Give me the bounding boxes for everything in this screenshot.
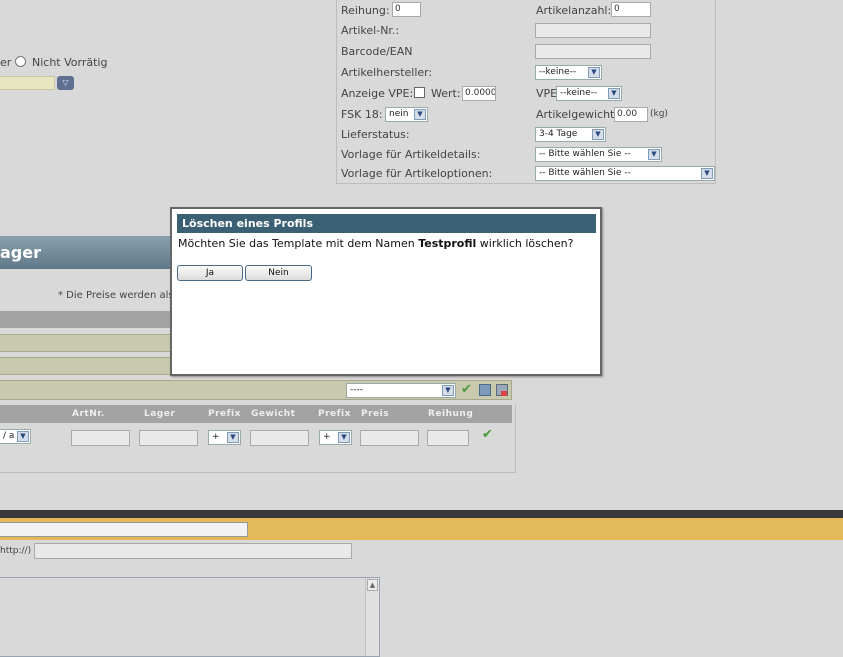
col-lager: Lager bbox=[144, 409, 176, 419]
price-note: * Die Preise werden als bbox=[58, 290, 174, 301]
barcode-input[interactable] bbox=[535, 44, 651, 59]
dialog-message-before: Möchten Sie das Template mit dem Namen bbox=[178, 237, 419, 250]
col-reihung: Reihung bbox=[428, 409, 474, 419]
reihung-row-input[interactable] bbox=[427, 430, 469, 446]
col-preis: Preis bbox=[361, 409, 390, 419]
delete-profile-dialog: Löschen eines Profils Möchten Sie das Te… bbox=[170, 207, 602, 376]
preis-input[interactable] bbox=[360, 430, 419, 446]
vpe-label: VPE bbox=[536, 87, 558, 100]
hersteller-select-value: --keine-- bbox=[539, 67, 577, 77]
reihung-input[interactable]: 0 bbox=[392, 2, 421, 17]
lieferstatus-select-value: 3-4 Tage bbox=[539, 129, 578, 139]
vorlage-optionen-select[interactable]: -- Bitte wählen Sie -- ▼ bbox=[535, 166, 715, 181]
col-prefix-2: Prefix bbox=[318, 409, 351, 419]
apply-check-icon[interactable]: ✔ bbox=[461, 382, 472, 397]
prefix-select-2-value: + bbox=[323, 432, 331, 442]
barcode-label: Barcode/EAN bbox=[341, 45, 413, 58]
divider bbox=[0, 472, 516, 473]
gewicht-label: Artikelgewicht: bbox=[536, 108, 619, 121]
chevron-down-icon: ▼ bbox=[338, 432, 350, 443]
option-bar-2 bbox=[0, 357, 172, 375]
reihung-label: Reihung: bbox=[341, 4, 390, 17]
dialog-message: Möchten Sie das Template mit dem Namen T… bbox=[178, 237, 573, 250]
url-input[interactable] bbox=[34, 543, 352, 559]
yes-button[interactable]: Ja bbox=[177, 265, 243, 281]
wert-label: Wert: bbox=[431, 87, 461, 100]
vpe-select[interactable]: --keine-- ▼ bbox=[556, 86, 622, 101]
delete-icon[interactable] bbox=[496, 384, 508, 396]
chevron-down-icon: ▼ bbox=[227, 432, 239, 443]
chevron-down-icon: ▼ bbox=[588, 67, 600, 78]
prefix-select-2[interactable]: + ▼ bbox=[319, 430, 352, 445]
chevron-down-icon: ▼ bbox=[414, 109, 426, 120]
col-artnr: ArtNr. bbox=[72, 409, 105, 419]
lieferstatus-select[interactable]: 3-4 Tage ▼ bbox=[535, 127, 606, 142]
artnr-input[interactable] bbox=[71, 430, 130, 446]
dark-separator bbox=[0, 510, 843, 518]
gewicht-input[interactable]: 0.00 bbox=[614, 107, 648, 122]
lager-input[interactable] bbox=[139, 430, 198, 446]
hersteller-label: Artikelhersteller: bbox=[341, 66, 433, 79]
textarea[interactable] bbox=[0, 577, 380, 657]
row-option-select-value: / a bbox=[3, 431, 15, 441]
chevron-down-icon: ▼ bbox=[442, 385, 454, 396]
save-icon[interactable] bbox=[479, 384, 491, 396]
radio-prefix-text: er bbox=[0, 56, 12, 69]
anzeige-vpe-label: Anzeige VPE: bbox=[341, 87, 414, 100]
gewicht-row-input[interactable] bbox=[250, 430, 309, 446]
artikelanzahl-input[interactable]: 0 bbox=[611, 2, 651, 17]
chevron-down-icon: ▼ bbox=[17, 431, 29, 442]
fsk-select[interactable]: nein ▼ bbox=[385, 107, 428, 122]
prefix-select-1[interactable]: + ▼ bbox=[208, 430, 241, 445]
vorlage-details-select-value: -- Bitte wählen Sie -- bbox=[539, 149, 631, 159]
row-option-select[interactable]: / a ▼ bbox=[0, 429, 31, 444]
wert-input[interactable]: 0.0000 bbox=[462, 86, 496, 101]
nicht-vorraetig-radio[interactable] bbox=[15, 56, 26, 67]
anzeige-vpe-checkbox[interactable] bbox=[414, 87, 425, 98]
no-button[interactable]: Nein bbox=[245, 265, 312, 281]
scrollbar[interactable]: ▲ bbox=[365, 578, 379, 656]
gray-bar bbox=[0, 311, 172, 328]
nicht-vorraetig-label: Nicht Vorrätig bbox=[32, 56, 108, 69]
vpe-select-value: --keine-- bbox=[560, 88, 598, 98]
chevron-down-icon: ▼ bbox=[608, 88, 620, 99]
section-title: ager bbox=[0, 243, 41, 262]
vorlage-optionen-label: Vorlage für Artikeloptionen: bbox=[341, 167, 493, 180]
fsk-select-value: nein bbox=[389, 109, 409, 119]
vorlage-details-select[interactable]: -- Bitte wählen Sie -- ▼ bbox=[535, 147, 662, 162]
dialog-title: Löschen eines Profils bbox=[177, 214, 596, 233]
dialog-profile-name: Testprofil bbox=[418, 237, 477, 250]
option-template-select-value: ---- bbox=[350, 385, 363, 395]
scroll-up-icon[interactable]: ▲ bbox=[367, 579, 378, 591]
option-bar-1 bbox=[0, 334, 172, 352]
lieferstatus-label: Lieferstatus: bbox=[341, 128, 410, 141]
fsk-label: FSK 18: bbox=[341, 108, 383, 121]
hersteller-select[interactable]: --keine-- ▼ bbox=[535, 65, 602, 80]
chevron-down-icon: ▼ bbox=[648, 149, 660, 160]
artikel-nr-label: Artikel-Nr.: bbox=[341, 24, 400, 37]
chevron-down-icon: ▼ bbox=[592, 129, 604, 140]
chevron-down-icon: ▼ bbox=[701, 168, 713, 179]
yellow-bar-input[interactable] bbox=[0, 522, 248, 537]
url-label: http://) bbox=[0, 546, 32, 556]
artikelanzahl-label: Artikelanzahl: bbox=[536, 4, 612, 17]
artikel-nr-input[interactable] bbox=[535, 23, 651, 38]
col-gewicht: Gewicht bbox=[251, 409, 296, 419]
dialog-message-after: wirklich löschen? bbox=[476, 237, 574, 250]
add-row-check-icon[interactable]: ✔ bbox=[482, 427, 493, 442]
section-header: ager bbox=[0, 236, 172, 269]
vorlage-details-label: Vorlage für Artikeldetails: bbox=[341, 148, 481, 161]
col-prefix-1: Prefix bbox=[208, 409, 241, 419]
partial-input[interactable] bbox=[0, 76, 55, 90]
dropdown-toggle-icon[interactable]: ▽ bbox=[57, 76, 74, 90]
vorlage-optionen-select-value: -- Bitte wählen Sie -- bbox=[539, 168, 631, 178]
gewicht-unit: (kg) bbox=[650, 109, 668, 119]
option-template-select[interactable]: ---- ▼ bbox=[346, 383, 456, 398]
prefix-select-1-value: + bbox=[212, 432, 220, 442]
divider bbox=[515, 405, 516, 473]
